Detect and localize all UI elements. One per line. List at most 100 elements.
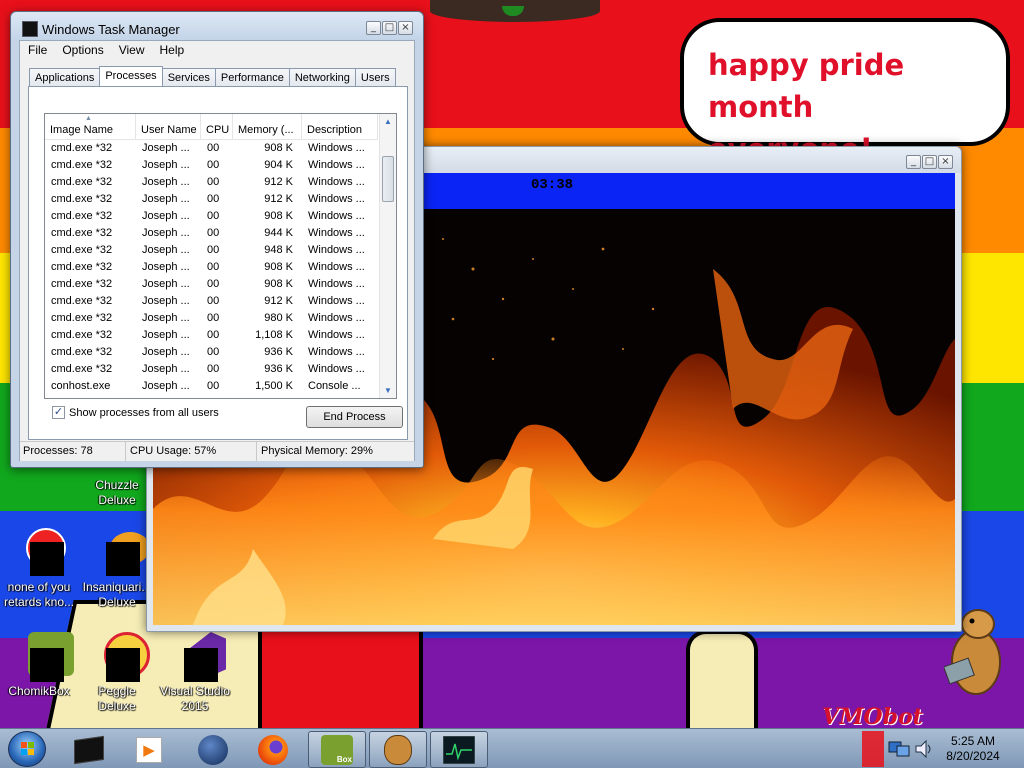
memory-cell: 908 K <box>264 261 293 273</box>
taskbar-terminal[interactable] <box>60 731 118 768</box>
table-row[interactable]: conhost.exe Joseph ... 00 1,500 K Console ..… <box>45 378 378 395</box>
taskbar-chomikbox[interactable]: Box <box>308 731 366 768</box>
close-button[interactable]: × <box>938 155 953 169</box>
chomikbox-icon: Box <box>321 734 353 765</box>
hamster-icon <box>384 734 412 765</box>
column-user-name[interactable]: User Name <box>136 114 201 140</box>
tab-services[interactable]: Services <box>161 68 216 87</box>
desktop-icon-chomikbox[interactable]: ChomikBox <box>0 632 78 699</box>
column-description[interactable]: Description <box>302 114 378 140</box>
end-process-button[interactable]: End Process <box>306 406 403 428</box>
memory-cell: 908 K <box>264 278 293 290</box>
memory-cell: 1,108 K <box>255 329 293 341</box>
menu-options[interactable]: Options <box>54 41 110 61</box>
memory-cell: 936 K <box>264 363 293 375</box>
taskbar-clock[interactable]: 5:25 AM 8/20/2024 <box>938 734 1008 764</box>
table-row[interactable]: cmd.exe *32 Joseph ... 00 908 K Windows ... <box>45 259 378 276</box>
desktop-icon-visual-studio[interactable]: Visual Studio 2015 <box>156 632 234 714</box>
minimize-button[interactable]: _ <box>906 155 921 169</box>
maximize-button[interactable]: □ <box>922 155 937 169</box>
column-cpu[interactable]: CPU <box>201 114 233 140</box>
table-row[interactable]: cmd.exe *32 Joseph ... 00 936 K Windows ... <box>45 344 378 361</box>
network-tray-icon[interactable] <box>888 738 912 763</box>
bubble-line-1: happy pride month <box>708 48 905 124</box>
desktop-icon-label: Visual Studio 2015 <box>160 684 230 713</box>
table-row[interactable]: cmd.exe *32 Joseph ... 00 936 K Windows ... <box>45 361 378 378</box>
desktop-icon-label: Peggle Deluxe <box>98 684 136 713</box>
tab-strip: Applications Processes Services Performa… <box>29 66 396 87</box>
scroll-thumb[interactable] <box>382 156 394 202</box>
description-cell: Windows ... <box>308 142 365 154</box>
menu-view[interactable]: View <box>111 41 152 61</box>
start-button[interactable] <box>8 731 46 767</box>
taskbar: ▶ Box 5:25 AM 8/20/2024 <box>0 728 1024 768</box>
description-cell: Windows ... <box>308 363 365 375</box>
table-row[interactable]: cmd.exe *32 Joseph ... 00 944 K Windows ... <box>45 225 378 242</box>
taskbar-media-player[interactable]: ▶ <box>120 731 178 768</box>
table-row[interactable]: cmd.exe *32 Joseph ... 00 908 K Windows ... <box>45 140 378 157</box>
process-list-scrollbar[interactable]: ▲ ▼ <box>379 114 396 398</box>
show-all-users-checkbox[interactable]: ✓ <box>52 406 65 419</box>
menu-bar: File Options View Help <box>20 41 414 61</box>
show-all-users-label: Show processes from all users <box>69 406 219 419</box>
taskbar-firefox[interactable] <box>244 731 302 768</box>
tab-performance[interactable]: Performance <box>214 68 290 87</box>
media-player-icon: ▶ <box>136 736 162 763</box>
cpu-cell: 00 <box>207 261 220 273</box>
tab-users[interactable]: Users <box>354 68 396 87</box>
insaniquarium-icon <box>92 528 150 578</box>
table-row[interactable]: cmd.exe *32 Joseph ... 00 912 K Windows ... <box>45 174 378 191</box>
process-list-header: ▲ Image Name User Name CPU Memory (... De… <box>45 114 378 140</box>
description-cell: Windows ... <box>308 159 365 171</box>
column-image-name[interactable]: ▲ Image Name <box>45 114 136 140</box>
table-row[interactable]: cmd.exe *32 Joseph ... 00 1,108 K Windows ..… <box>45 327 378 344</box>
description-cell: Windows ... <box>308 193 365 205</box>
table-row[interactable]: cmd.exe *32 Joseph ... 00 912 K Windows ... <box>45 191 378 208</box>
description-cell: Windows ... <box>308 261 365 273</box>
taskbar-globe[interactable] <box>184 731 242 768</box>
speaker-tray-icon[interactable] <box>914 738 934 763</box>
user-name-cell: Joseph ... <box>142 329 190 341</box>
description-cell: Windows ... <box>308 346 365 358</box>
status-bar: Processes: 78 CPU Usage: 57% Physical Me… <box>20 441 414 461</box>
table-row[interactable]: cmd.exe *32 Joseph ... 00 908 K Windows ... <box>45 276 378 293</box>
image-name-cell: cmd.exe *32 <box>51 295 113 307</box>
table-row[interactable]: cmd.exe *32 Joseph ... 00 912 K Windows ... <box>45 293 378 310</box>
scroll-up-icon[interactable]: ▲ <box>384 117 392 126</box>
table-row[interactable]: cmd.exe *32 Joseph ... 00 908 K Windows ... <box>45 208 378 225</box>
tray-overflow[interactable] <box>862 731 884 767</box>
menu-help[interactable]: Help <box>152 41 192 61</box>
task-manager-titlebar[interactable]: Windows Task Manager _ □ × <box>11 12 423 40</box>
desktop-icon-red-app[interactable]: none of you retards kno... <box>0 528 78 610</box>
memory-cell: 912 K <box>264 176 293 188</box>
tab-networking[interactable]: Networking <box>288 68 356 87</box>
menu-file[interactable]: File <box>20 41 54 61</box>
cpu-cell: 00 <box>207 176 220 188</box>
tab-processes[interactable]: Processes <box>99 66 163 87</box>
task-manager-body: File Options View Help Applications Proc… <box>19 40 415 461</box>
desktop-icon-peggle[interactable]: Peggle Deluxe <box>78 632 156 714</box>
taskbar-hamster[interactable] <box>369 731 427 768</box>
description-cell: Console ... <box>308 380 361 392</box>
image-name-cell: cmd.exe *32 <box>51 193 113 205</box>
table-row[interactable]: cmd.exe *32 Joseph ... 00 948 K Windows ... <box>45 242 378 259</box>
memory-cell: 904 K <box>264 159 293 171</box>
task-manager-window[interactable]: Windows Task Manager _ □ × File Options … <box>10 11 424 468</box>
scroll-down-icon[interactable]: ▼ <box>384 386 392 395</box>
table-row[interactable]: cmd.exe *32 Joseph ... 00 904 K Windows ... <box>45 157 378 174</box>
show-all-users-option[interactable]: ✓ Show processes from all users <box>52 406 219 419</box>
column-memory[interactable]: Memory (... <box>233 114 302 140</box>
process-list[interactable]: ▲ Image Name User Name CPU Memory (... De… <box>44 113 397 399</box>
minimize-button[interactable]: _ <box>366 21 381 35</box>
table-row[interactable]: cmd.exe *32 Joseph ... 00 980 K Windows ... <box>45 310 378 327</box>
user-name-cell: Joseph ... <box>142 193 190 205</box>
visual-studio-icon <box>170 632 226 682</box>
maximize-button[interactable]: □ <box>382 21 397 35</box>
status-processes: Processes: 78 <box>20 442 126 461</box>
desktop-icon-insaniquarium[interactable]: Insaniquari... Deluxe <box>78 528 156 610</box>
red-app-icon <box>14 528 66 578</box>
tab-applications[interactable]: Applications <box>29 68 101 87</box>
taskbar-task-manager[interactable] <box>430 731 488 768</box>
cpu-cell: 00 <box>207 278 220 290</box>
close-button[interactable]: × <box>398 21 413 35</box>
